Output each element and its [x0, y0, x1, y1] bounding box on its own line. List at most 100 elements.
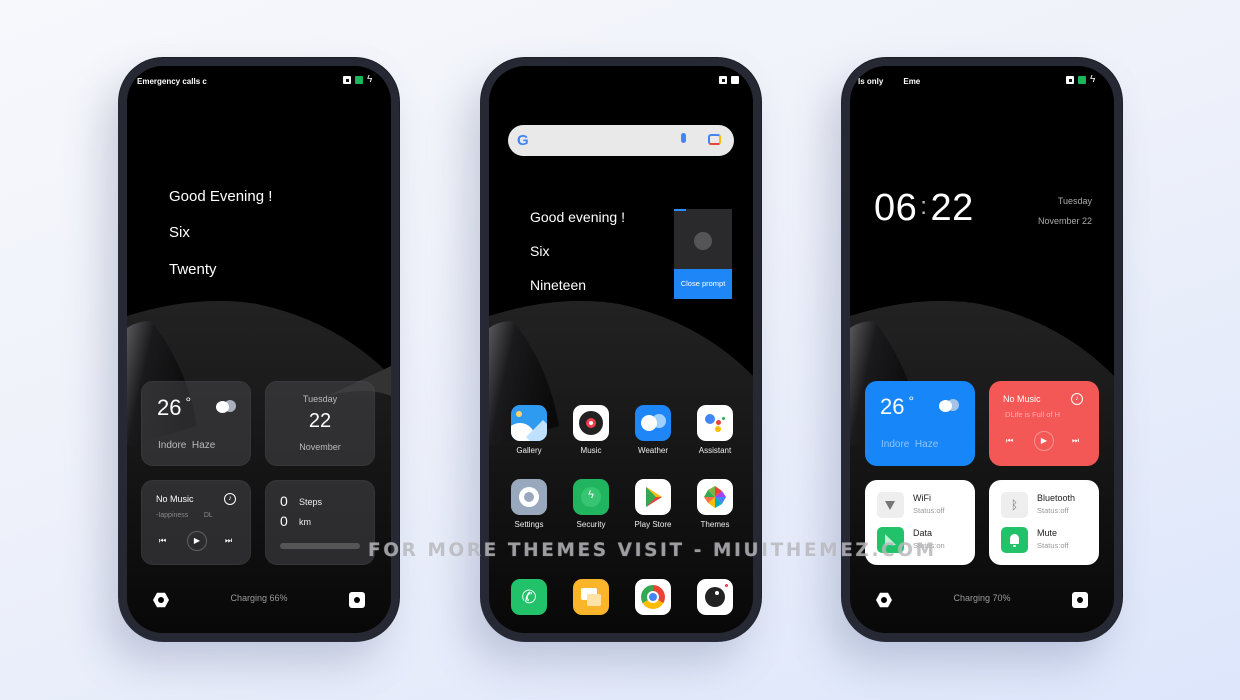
- app-weather[interactable]: Weather: [630, 405, 676, 455]
- mic-icon[interactable]: [681, 133, 686, 143]
- dock-chrome[interactable]: [630, 579, 676, 615]
- battery-icon: [1078, 76, 1086, 84]
- play-button[interactable]: ▶: [187, 531, 207, 551]
- camera-icon: [697, 579, 733, 615]
- camera-icon[interactable]: [1072, 592, 1088, 608]
- prompt-indicator: [674, 209, 686, 211]
- app-settings[interactable]: Settings: [506, 479, 552, 529]
- weather-widget[interactable]: 26 ° Indore Haze: [141, 381, 251, 466]
- screen: Emergency calls c ϟ Good Evening ! Six T…: [127, 66, 391, 633]
- music-icon: [573, 405, 609, 441]
- data-label: Data: [913, 528, 933, 538]
- next-button[interactable]: ⏭: [1072, 436, 1079, 446]
- assistant-icon: [697, 405, 733, 441]
- bell-icon[interactable]: [1001, 527, 1028, 553]
- previous-button[interactable]: ⏮: [1006, 436, 1013, 446]
- play-store-icon: [635, 479, 671, 515]
- app-assistant[interactable]: Assistant: [692, 405, 738, 455]
- music-note-icon: ♪: [224, 493, 236, 505]
- app-themes[interactable]: Themes: [692, 479, 738, 529]
- app-label: Play Store: [634, 520, 672, 529]
- notes-icon: [573, 579, 609, 615]
- app-gallery[interactable]: Gallery: [506, 405, 552, 455]
- date-widget[interactable]: Tuesday 22 November: [265, 381, 375, 466]
- fitness-widget[interactable]: 0 Steps 0 km: [265, 480, 375, 565]
- bluetooth-icon[interactable]: ᛒ: [1001, 492, 1028, 518]
- dock-phone[interactable]: ✆: [506, 579, 552, 615]
- temperature: 26 °: [880, 393, 915, 419]
- greeting-line: Good evening !: [530, 209, 625, 225]
- status-icons: ϟ: [343, 74, 377, 85]
- battery-icon: [355, 76, 363, 84]
- weekday: Tuesday: [302, 394, 338, 404]
- cloud-icon: [939, 398, 961, 412]
- music-widget[interactable]: No Music ♪ DLife is Full of H ⏮ ▶ ⏭: [989, 381, 1099, 466]
- chrome-icon: [635, 579, 671, 615]
- steps-progress-bar: [280, 543, 360, 549]
- status-icons: ϟ: [1066, 74, 1100, 85]
- lens-icon[interactable]: [708, 134, 721, 145]
- close-prompt-button[interactable]: Close prompt: [674, 269, 732, 299]
- music-title: No Music: [1003, 394, 1041, 404]
- clock: 06:22: [874, 187, 974, 229]
- app-label: Weather: [637, 446, 669, 455]
- phone-icon: ✆: [511, 579, 547, 615]
- phone-lockscreen-1: Emergency calls c ϟ Good Evening ! Six T…: [119, 58, 399, 641]
- weather-widget[interactable]: 26 ° Indore Haze: [865, 381, 975, 466]
- previous-button[interactable]: ⏮: [159, 536, 166, 546]
- dock-notes[interactable]: [568, 579, 614, 615]
- greeting-line: Good Evening !: [169, 188, 273, 205]
- month: November: [299, 442, 341, 452]
- app-play-store[interactable]: Play Store: [630, 479, 676, 529]
- app-music[interactable]: Music: [568, 405, 614, 455]
- wifi-icon[interactable]: [877, 492, 904, 518]
- status-text: Emergency calls c: [137, 77, 207, 86]
- weekday: Tuesday: [1057, 196, 1092, 206]
- charging-bolt-icon: ϟ: [367, 74, 373, 85]
- next-button[interactable]: ⏭: [225, 536, 232, 546]
- gallery-icon: [511, 405, 547, 441]
- cloud-icon: [216, 399, 238, 413]
- mute-label: Mute: [1037, 528, 1058, 538]
- hour-words: Six: [169, 224, 190, 241]
- camera-icon[interactable]: [349, 592, 365, 608]
- wifi-status: Status:off: [913, 506, 945, 515]
- google-search-bar[interactable]: G: [508, 125, 734, 156]
- app-label: Settings: [514, 520, 544, 529]
- km-value: 0: [280, 513, 288, 529]
- app-label: Themes: [700, 520, 730, 529]
- music-subtitle: DLife is Full of H: [1005, 410, 1061, 419]
- charging-bolt-icon: ϟ: [1090, 74, 1096, 85]
- app-label: Security: [576, 520, 606, 529]
- day-number: 22: [308, 410, 332, 432]
- record-icon: [1066, 76, 1074, 84]
- bluetooth-status: Status:off: [1037, 506, 1069, 515]
- security-icon: ϟ: [573, 479, 609, 515]
- watermark-text: FOR MORE THEMES VISIT - MIUITHEMEZ.COM: [368, 540, 937, 561]
- status-text: ls only Eme: [858, 77, 921, 86]
- music-note-icon: ♪: [1071, 393, 1083, 405]
- weather-icon: [635, 405, 671, 441]
- prompt-dot-icon: [694, 232, 712, 250]
- bluetooth-label: Bluetooth: [1037, 493, 1076, 503]
- weather-location: Indore Haze: [881, 439, 939, 450]
- month-day: November 22: [1037, 216, 1092, 226]
- app-label: Gallery: [516, 446, 542, 455]
- music-widget[interactable]: No Music ♪ -Iappiness DL ⏮ ▶ ⏭: [141, 480, 251, 565]
- steps-label: Steps: [299, 497, 323, 507]
- dock-camera[interactable]: [692, 579, 738, 615]
- app-security[interactable]: ϟ Security: [568, 479, 614, 529]
- music-subtitle: -Iappiness DL: [156, 512, 213, 519]
- minute-words: Nineteen: [530, 277, 587, 293]
- google-logo-icon: G: [517, 132, 529, 149]
- connectivity-widget: ᛒ Bluetooth Status:off Mute Status:off: [989, 480, 1099, 565]
- music-title: No Music: [156, 494, 194, 504]
- steps-value: 0: [280, 493, 288, 509]
- app-label: Assistant: [698, 446, 732, 455]
- play-button[interactable]: ▶: [1034, 431, 1054, 451]
- themes-icon: [697, 479, 733, 515]
- app-label: Music: [580, 446, 602, 455]
- wifi-label: WiFi: [913, 493, 931, 503]
- km-label: km: [299, 517, 311, 527]
- battery-icon: [731, 76, 739, 84]
